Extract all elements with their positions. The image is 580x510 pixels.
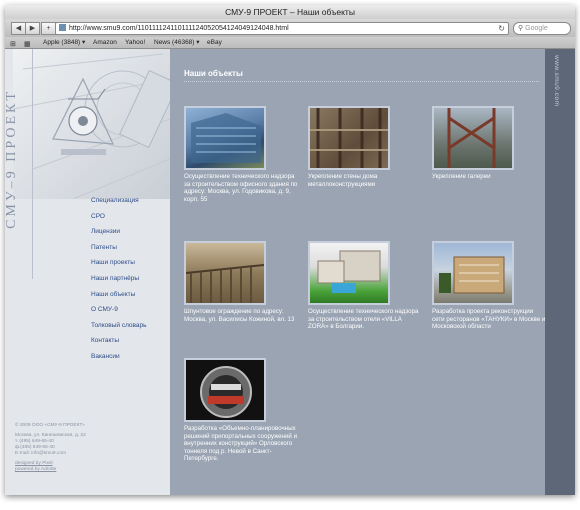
object-thumbnail[interactable] — [184, 358, 266, 422]
object-caption[interactable]: Укрепление галереи — [432, 173, 547, 181]
object-thumbnail[interactable] — [432, 241, 514, 305]
object-item: Укрепление стены дома металлоконструкция… — [308, 106, 428, 188]
menu-item-vacancies[interactable]: Вакансии — [91, 351, 147, 367]
reload-icon[interactable]: ↻ — [498, 23, 505, 34]
menu-item-projects[interactable]: Наши проекты — [91, 257, 147, 273]
search-field[interactable]: ⚲ Google — [513, 22, 571, 35]
menu-item-sro[interactable]: СРО — [91, 211, 147, 227]
object-caption[interactable]: Разработка проекта реконструкции сети ре… — [432, 308, 547, 331]
menu-item-objects[interactable]: Наши объекты — [91, 289, 147, 305]
sidebar-footer: © 2009 ООО «СМУ-9 ПРОЕКТ» Москва, ул. Ки… — [15, 423, 165, 473]
object-thumbnail[interactable] — [308, 241, 390, 305]
bookmark-ebay[interactable]: eBay — [207, 37, 222, 48]
site-url-vertical[interactable]: www.smu9.com — [553, 55, 560, 107]
object-item: Осуществление технического надзора за ст… — [308, 241, 428, 331]
bookmark-amazon[interactable]: Amazon — [93, 37, 117, 48]
object-caption[interactable]: Шпунтовое ограждение по адресу: Москва, … — [184, 308, 299, 323]
object-thumbnail[interactable] — [308, 106, 390, 170]
object-thumbnail[interactable] — [432, 106, 514, 170]
forward-arrow-icon[interactable]: ▶ — [25, 22, 40, 35]
sidebar-menu: Специализация СРО Лицензии Патенты Наши … — [91, 195, 147, 367]
bookmark-news[interactable]: News (46368) ▾ — [154, 37, 200, 48]
object-item: Осуществление технического надзора за ст… — [184, 106, 304, 203]
object-thumbnail[interactable] — [184, 106, 266, 170]
object-caption[interactable]: Разработка «Объемно-планировочных решени… — [184, 425, 299, 463]
drafting-tools-illustration — [12, 49, 179, 200]
address-bar[interactable]: http://www.smu9.com/11011112411011112405… — [55, 22, 509, 35]
heading-divider — [184, 81, 539, 82]
search-placeholder: Google — [525, 25, 548, 32]
search-icon: ⚲ — [518, 25, 524, 32]
favicon-icon — [59, 24, 66, 31]
object-caption[interactable]: Осуществление технического надзора за ст… — [184, 173, 299, 203]
main-content: Наши объекты Осуществление технического … — [170, 49, 545, 495]
menu-item-partners[interactable]: Наши партнёры — [91, 273, 147, 289]
plus-icon[interactable]: + — [41, 22, 56, 35]
object-thumbnail[interactable] — [184, 241, 266, 305]
menu-item-patents[interactable]: Патенты — [91, 242, 147, 258]
left-sidebar: СМУ–9 ПРОЕКТ Специализация СРО Лицензии … — [5, 49, 179, 495]
sidebar-divider — [32, 49, 33, 279]
window-title: СМУ-9 ПРОЕКТ – Наши объекты — [5, 5, 575, 19]
menu-item-contacts[interactable]: Контакты — [91, 335, 147, 351]
bookmarks-bar: ⊞ ▦ Apple (3848) ▾ Amazon Yahoo! News (4… — [5, 37, 575, 49]
bookmark-yahoo[interactable]: Yahoo! — [125, 37, 145, 48]
menu-item-glossary[interactable]: Толковый словарь — [91, 320, 147, 336]
page-title: Наши объекты — [184, 69, 243, 78]
bookmark-apple[interactable]: Apple (3848) ▾ — [43, 37, 85, 48]
right-sidebar: www.smu9.com — [545, 49, 575, 495]
url-text: http://www.smu9.com/11011112411011112405… — [69, 25, 289, 32]
menu-item-about[interactable]: О СМУ-9 — [91, 304, 147, 320]
site-logo-title: СМУ–9 ПРОЕКТ — [5, 89, 19, 229]
object-item: Укрепление галереи — [432, 106, 552, 181]
object-item: Разработка «Объемно-планировочных решени… — [184, 358, 304, 463]
menu-item-specialization[interactable]: Специализация — [91, 195, 147, 211]
browser-window: СМУ-9 ПРОЕКТ – Наши объекты ◀ ▶ + http:/… — [5, 5, 575, 495]
object-caption[interactable]: Укрепление стены дома металлоконструкция… — [308, 173, 423, 188]
object-item: Шпунтовое ограждение по адресу: Москва, … — [184, 241, 304, 323]
footer-powered-link[interactable]: powered by Adrotte — [15, 467, 165, 473]
page-content: СМУ–9 ПРОЕКТ Специализация СРО Лицензии … — [5, 49, 575, 495]
back-arrow-icon[interactable]: ◀ — [11, 22, 26, 35]
object-item: Разработка проекта реконструкции сети ре… — [432, 241, 552, 331]
object-caption[interactable]: Осуществление технического надзора за ст… — [308, 308, 423, 331]
menu-item-licenses[interactable]: Лицензии — [91, 226, 147, 242]
browser-toolbar: ◀ ▶ + http://www.smu9.com/11011112411011… — [5, 19, 575, 37]
